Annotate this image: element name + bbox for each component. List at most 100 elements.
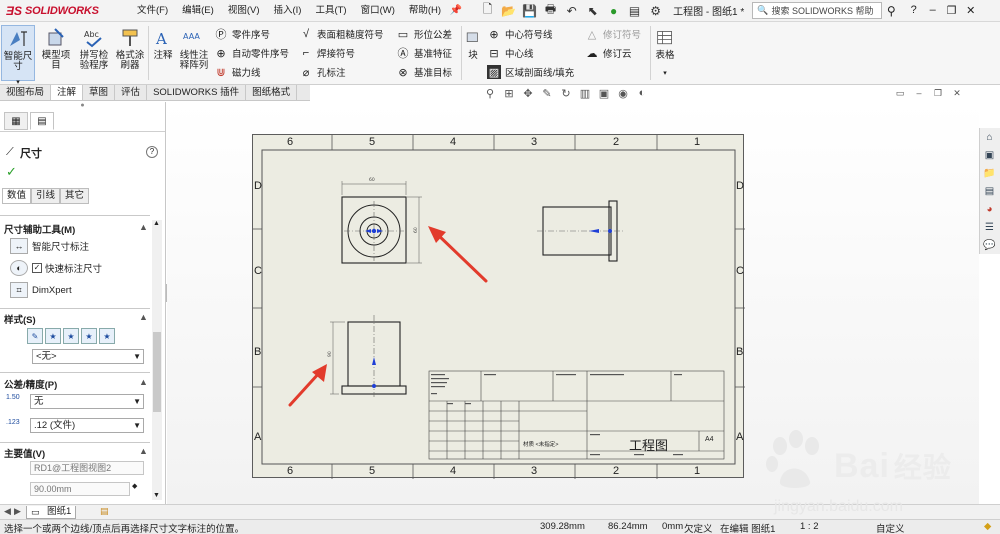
- custom-properties-icon[interactable]: ☰: [980, 219, 999, 236]
- group-primary-value-title[interactable]: 主要值(V): [4, 446, 45, 460]
- title-block[interactable]: [428, 370, 725, 460]
- rotate-icon[interactable]: ↻: [558, 87, 574, 103]
- pin-icon[interactable]: 📌: [448, 5, 464, 16]
- appearance-icon[interactable]: ◐: [634, 87, 650, 103]
- doc-tile-icon[interactable]: ▭: [893, 88, 907, 99]
- revision-cloud-button[interactable]: ☁ 修订云: [585, 44, 632, 62]
- nav-last-icon[interactable]: ▶: [14, 506, 21, 517]
- centerline-button[interactable]: ⊟ 中心线: [487, 44, 533, 62]
- panel-grip-icon[interactable]: ●: [0, 102, 165, 112]
- revision-symbol-button[interactable]: △ 修订符号: [585, 25, 641, 43]
- area-hatch-button[interactable]: ▨ 区域剖面线/填充: [487, 63, 574, 81]
- group-dim-tools-title[interactable]: 尺寸辅助工具(M): [4, 222, 75, 236]
- pm-help-icon[interactable]: ?: [146, 146, 158, 158]
- pm-scroll-thumb[interactable]: [153, 332, 161, 412]
- menu-insert[interactable]: 插入(I): [266, 0, 308, 22]
- scroll-up-icon[interactable]: ▲: [153, 220, 160, 227]
- balloon-button[interactable]: Ⓟ 零件序号: [214, 25, 271, 43]
- options-gear-icon[interactable]: ⚙: [646, 2, 665, 20]
- datum-feature-button[interactable]: Ⓐ 基准特征: [396, 44, 453, 62]
- tab-addins[interactable]: SOLIDWORKS 插件: [147, 85, 247, 100]
- property-manager-tab-icon[interactable]: ▤: [30, 112, 54, 130]
- restore-button[interactable]: ❐: [942, 4, 961, 17]
- undo-icon[interactable]: ↶: [562, 2, 581, 20]
- scroll-down-icon[interactable]: ▼: [153, 492, 160, 499]
- drawing-sheet[interactable]: 60 60 90 6 5 4 3 2 1 6 5 4 3 2 1 D C B A…: [252, 134, 745, 479]
- group-tolerance-title[interactable]: 公差/精度(P): [4, 377, 57, 391]
- rebuild-light-icon[interactable]: ●: [604, 2, 623, 20]
- gtol-button[interactable]: ▭ 形位公差: [396, 25, 452, 43]
- magnetic-line-button[interactable]: ⋓ 磁力线: [214, 63, 260, 81]
- edit-icon[interactable]: ✎: [539, 87, 555, 103]
- display-style-icon[interactable]: ▣: [596, 87, 612, 103]
- surface-finish-button[interactable]: √ 表面粗糙度符号: [299, 25, 384, 43]
- primary-name-field[interactable]: RD1@工程图视图2: [30, 461, 144, 475]
- tab-annotation[interactable]: 注解: [51, 85, 84, 100]
- top-view[interactable]: 90: [327, 315, 407, 397]
- search-go-icon[interactable]: ⚲: [882, 4, 900, 18]
- file-props-icon[interactable]: ▤: [625, 2, 644, 20]
- quick-dim-checkbox[interactable]: ✓: [32, 263, 42, 273]
- menu-edit[interactable]: 编辑(E): [175, 0, 221, 22]
- load-style-icon[interactable]: ★: [99, 328, 115, 344]
- datum-target-button[interactable]: ⊗ 基准目标: [396, 63, 452, 81]
- file-explorer-icon[interactable]: 📁: [980, 165, 999, 182]
- apply-default-style-icon[interactable]: ✎: [27, 328, 43, 344]
- update-style-icon[interactable]: ★: [63, 328, 79, 344]
- menu-tools[interactable]: 工具(T): [308, 0, 353, 22]
- view-palette-icon[interactable]: ▤: [980, 183, 999, 200]
- nav-first-icon[interactable]: ◀: [4, 506, 11, 517]
- solidworks-logo[interactable]: ƎS SOLIDWORKS: [0, 0, 120, 22]
- collapse-icon[interactable]: ▲: [139, 312, 148, 322]
- tolerance-select[interactable]: 无 ▼: [30, 394, 144, 409]
- collapse-icon[interactable]: ▲: [139, 222, 148, 232]
- smart-dimension-button[interactable]: 智能尺寸 ▾: [1, 25, 35, 86]
- menu-help[interactable]: 帮助(H): [402, 0, 448, 22]
- select-arrow-icon[interactable]: ⬉: [583, 2, 602, 20]
- open-folder-icon[interactable]: 📂: [499, 2, 518, 20]
- tab-view-layout[interactable]: 视图布局: [0, 85, 52, 100]
- menu-file[interactable]: 文件(F): [130, 0, 175, 22]
- home-icon[interactable]: ⌂: [980, 129, 999, 146]
- collapse-icon[interactable]: ▲: [139, 446, 148, 456]
- minimize-button[interactable]: –: [923, 4, 942, 17]
- table-dropdown-icon[interactable]: ▾: [652, 69, 678, 79]
- save-icon[interactable]: 💾: [520, 2, 539, 20]
- group-style-title[interactable]: 样式(S): [4, 312, 36, 326]
- primary-value-field[interactable]: 90.00mm: [30, 482, 130, 496]
- zoom-fit-icon[interactable]: ⚲: [482, 87, 498, 103]
- note-button[interactable]: A 注释: [150, 25, 176, 81]
- collapse-icon[interactable]: ▲: [139, 377, 148, 387]
- blocks-button[interactable]: 块: [462, 25, 484, 81]
- pan-icon[interactable]: ✥: [520, 87, 536, 103]
- tab-evaluate[interactable]: 评估: [115, 85, 148, 100]
- format-painter-button[interactable]: 格式涂刷器: [112, 25, 148, 81]
- save-style-icon[interactable]: ★: [81, 328, 97, 344]
- new-doc-icon[interactable]: 🗋: [478, 2, 497, 20]
- quick-dimension-option[interactable]: ◐ ✓ 快速标注尺寸: [10, 260, 102, 276]
- hide-show-icon[interactable]: ◉: [615, 87, 631, 103]
- print-icon[interactable]: 🖶: [541, 2, 560, 20]
- feature-tree-tab-icon[interactable]: ▦: [4, 112, 28, 130]
- zoom-area-icon[interactable]: ⊞: [501, 87, 517, 103]
- menu-view[interactable]: 视图(V): [221, 0, 267, 22]
- section-view-icon[interactable]: ▥: [577, 87, 593, 103]
- hole-callout-button[interactable]: ⌀ 孔标注: [299, 63, 346, 81]
- linear-note-pattern-button[interactable]: AAA 线性注释阵列: [177, 25, 211, 81]
- design-library-icon[interactable]: ▣: [980, 147, 999, 164]
- subtab-leaders[interactable]: 引线: [31, 188, 61, 204]
- smart-dimension-option[interactable]: ↔ 智能尺寸标注: [10, 238, 89, 254]
- precision-select[interactable]: .12 (文件) ▼: [30, 418, 144, 433]
- spinner-icon[interactable]: ◆: [132, 482, 137, 490]
- close-button[interactable]: ✕: [961, 4, 980, 17]
- dimxpert-option[interactable]: ⌗ DimXpert: [10, 282, 72, 298]
- tab-sketch[interactable]: 草图: [83, 85, 116, 100]
- front-view[interactable]: 60 60: [341, 177, 422, 264]
- add-style-icon[interactable]: ★: [45, 328, 61, 344]
- style-select[interactable]: <无> ▼: [32, 349, 144, 364]
- appearances-icon[interactable]: ◕: [980, 201, 999, 218]
- doc-close-icon[interactable]: ✕: [950, 88, 964, 99]
- forum-icon[interactable]: 💬: [980, 237, 999, 254]
- add-sheet-icon[interactable]: ▤: [100, 506, 109, 517]
- side-view[interactable]: [537, 200, 623, 262]
